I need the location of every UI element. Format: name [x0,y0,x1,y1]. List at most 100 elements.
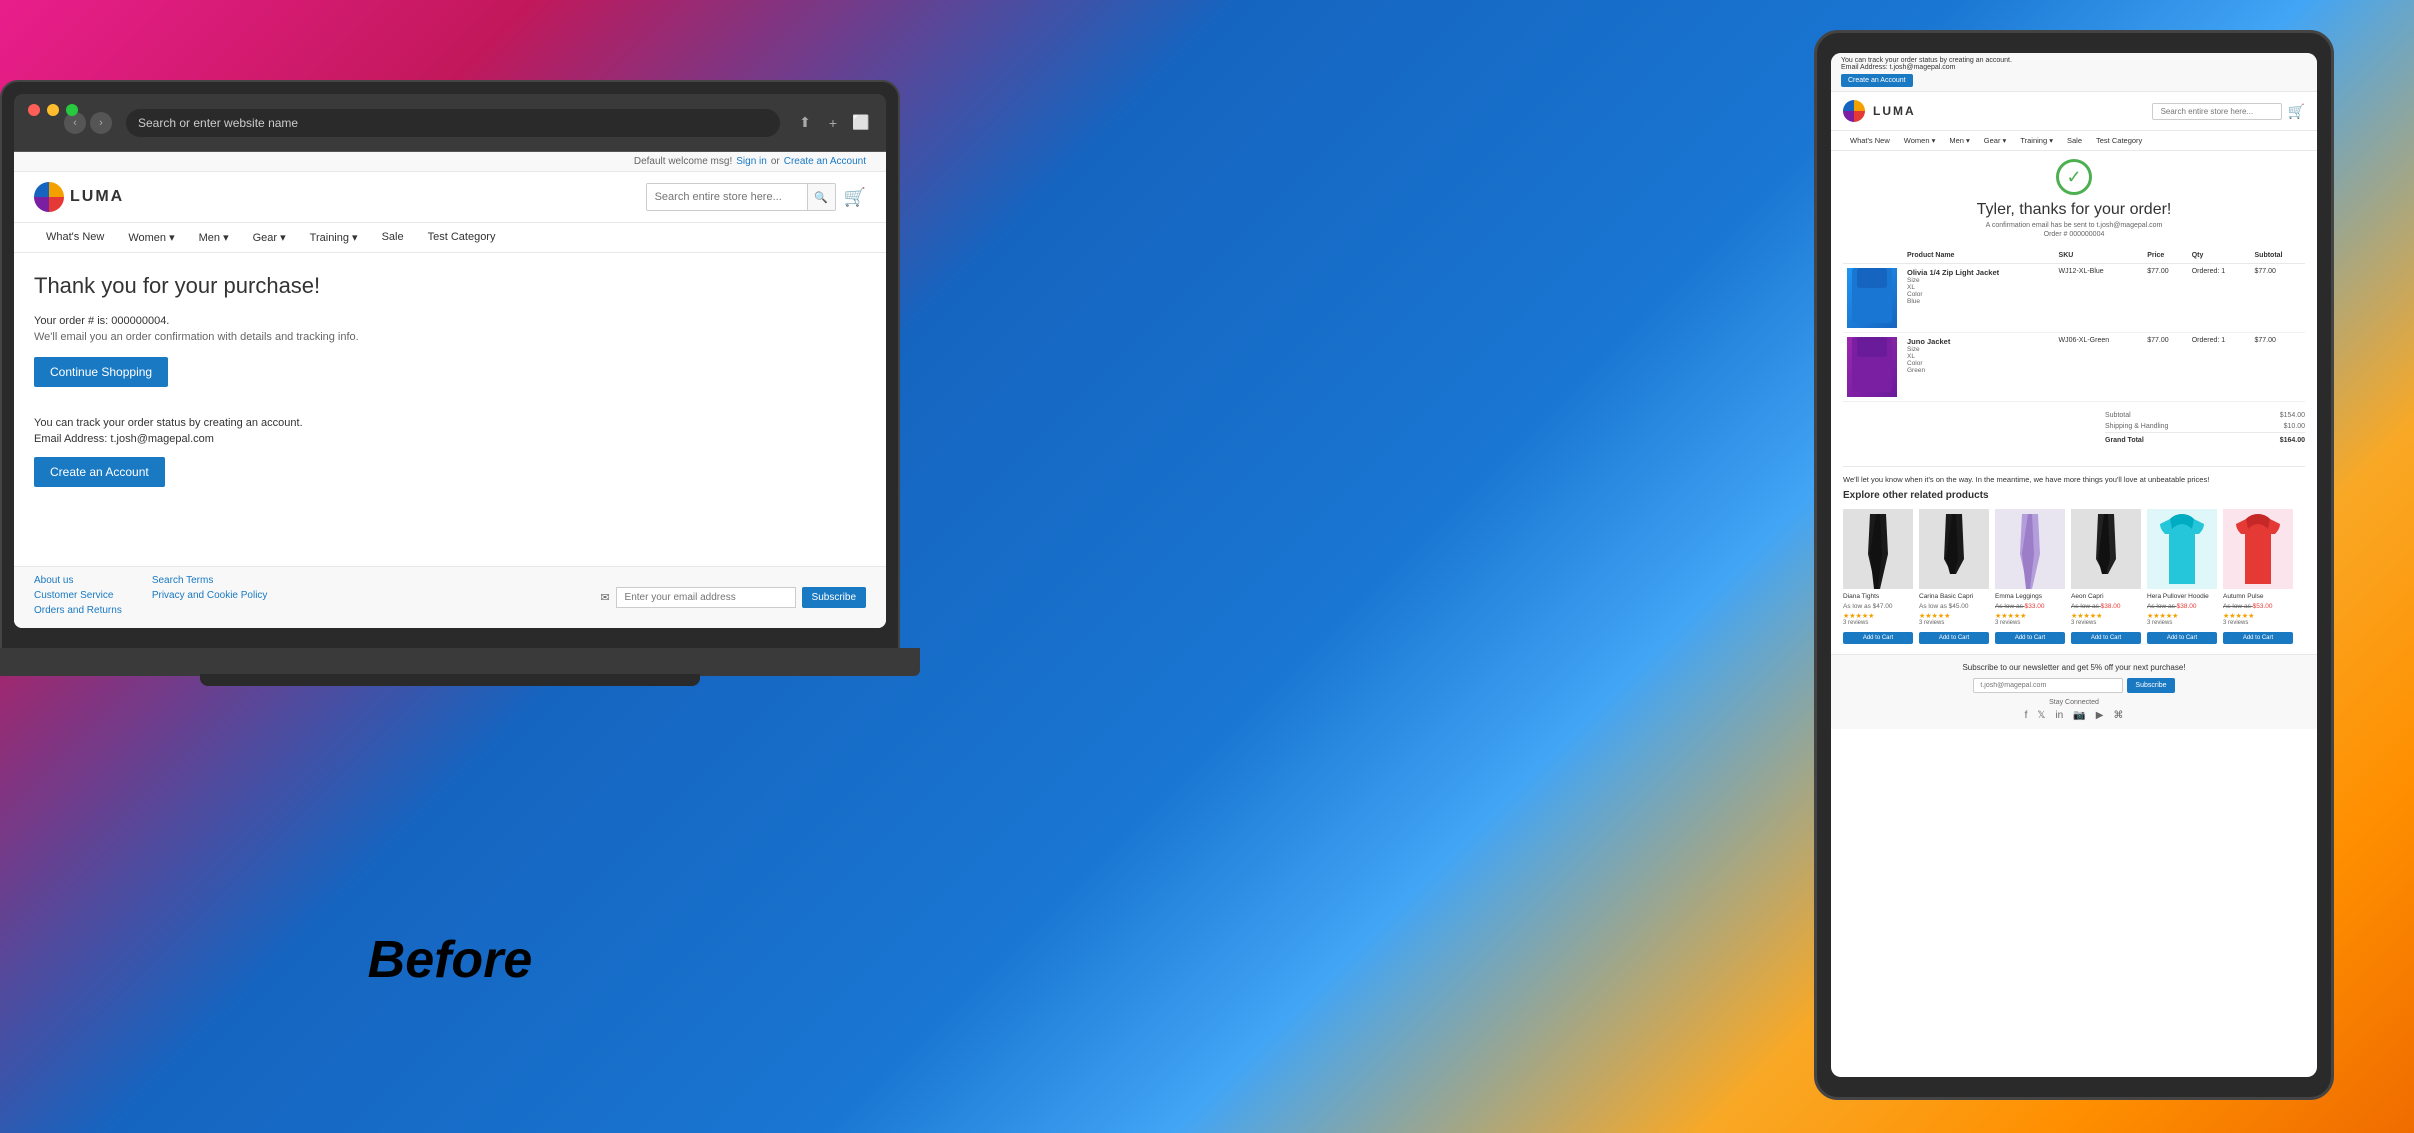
luma-search: 🔍 🛒 [134,183,866,211]
search-input[interactable] [647,184,807,210]
shipping-value: $10.00 [2284,423,2305,430]
newsletter-subscribe-button[interactable]: Subscribe [2127,678,2174,693]
product-name-2: Juno Jacket [1907,337,2051,346]
product-svg-diana [1858,514,1898,589]
github-icon[interactable]: ⌘ [2113,710,2123,721]
product-stars-diana: ★★★★★ [1843,612,1913,620]
t-nav-test-category[interactable]: Test Category [2089,131,2149,150]
product-img-aeon [2071,509,2141,589]
laptop-base [0,648,920,676]
instagram-icon[interactable]: 📷 [2073,710,2085,721]
tl-yellow[interactable] [47,104,59,116]
th-product [1843,248,1903,264]
tablet-notice-bar: You can track your order status by creat… [1831,53,2317,92]
linkedin-icon[interactable]: in [2055,710,2063,721]
list-item: Autumn Pulse As low as $53.00 ★★★★★ 3 re… [2223,509,2293,644]
laptop-device: ‹ › Search or enter website name ⬆ + ⬜ [0,80,900,1030]
tl-green[interactable] [66,104,78,116]
product-reviews-diana: 3 reviews [1843,620,1913,626]
luma-main-content: Thank you for your purchase! Your order … [14,253,886,599]
tablet-search: 🛒 [1924,103,2305,120]
th-price: Price [2143,248,2188,264]
topbar-signin[interactable]: Sign in [736,156,767,167]
t-nav-whats-new[interactable]: What's New [1843,131,1897,150]
grand-label: Grand Total [2105,437,2144,444]
t-nav-men[interactable]: Men ▾ [1942,131,1976,150]
product-name-carina: Carina Basic Capri [1919,593,1989,601]
footer-privacy[interactable]: Privacy and Cookie Policy [152,590,268,601]
share-btn[interactable]: ⬆ [794,112,816,134]
tablet-create-btn[interactable]: Create an Account [1841,74,1913,87]
add-to-cart-hera[interactable]: Add to Cart [2147,632,2217,644]
nav-training[interactable]: Training ▾ [298,223,370,252]
forward-btn[interactable]: › [90,112,112,134]
price-old-emma: As low as [1995,603,2025,610]
add-to-cart-autumn[interactable]: Add to Cart [2223,632,2293,644]
product-sku-1: WJ12-XL-Blue [2055,264,2144,333]
nav-sale[interactable]: Sale [370,223,416,252]
product-img-diana [1843,509,1913,589]
t-nav-women[interactable]: Women ▾ [1897,131,1943,150]
add-to-cart-emma[interactable]: Add to Cart [1995,632,2065,644]
add-to-cart-diana[interactable]: Add to Cart [1843,632,1913,644]
checkmark-symbol: ✓ [2066,167,2081,188]
footer-about[interactable]: About us [34,575,122,586]
footer-subscribe-button[interactable]: Subscribe [802,587,866,608]
add-to-cart-carina[interactable]: Add to Cart [1919,632,1989,644]
nav-whats-new[interactable]: What's New [34,223,116,252]
footer-subscribe-form: ✉ Subscribe [600,575,866,620]
product-reviews-aeon: 3 reviews [2071,620,2141,626]
more-items-text: We'll let you know when it's on the way.… [1843,475,2305,484]
product-color-val-2: Green [1907,367,2051,374]
product-price-emma: As low as $33.00 [1995,603,2065,610]
tablet-cart-icon[interactable]: 🛒 [2288,103,2305,120]
subtotal-row: Subtotal $154.00 [2105,410,2305,421]
luma-search-box: 🔍 [646,183,836,211]
browser-actions: ⬆ + ⬜ [794,112,872,134]
youtube-icon[interactable]: ▶ [2096,710,2104,721]
order-totals: Subtotal $154.00 Shipping & Handling $10… [2105,410,2305,446]
nav-gear[interactable]: Gear ▾ [241,223,298,252]
footer-email-input[interactable] [616,587,796,608]
product-img-carina [1919,509,1989,589]
product-thumbnail-1 [1847,268,1897,328]
tablet-device: You can track your order status by creat… [1814,30,2334,1100]
add-to-cart-aeon[interactable]: Add to Cart [2071,632,2141,644]
cart-icon[interactable]: 🛒 [844,187,866,208]
product-reviews-autumn: 3 reviews [2223,620,2293,626]
url-text: Search or enter website name [138,116,298,130]
create-account-button[interactable]: Create an Account [34,457,165,487]
twitter-icon[interactable]: 𝕏 [2037,710,2045,721]
product-size-val-2: XL [1907,353,2051,360]
nav-men[interactable]: Men ▾ [187,223,241,252]
t-nav-training[interactable]: Training ▾ [2013,131,2060,150]
t-nav-sale[interactable]: Sale [2060,131,2089,150]
t-nav-gear[interactable]: Gear ▾ [1977,131,2014,150]
tablet-search-input[interactable] [2152,103,2282,120]
url-bar[interactable]: Search or enter website name [126,109,780,137]
tablet-track-text: You can track your order status by creat… [1841,57,2307,64]
nav-test-category[interactable]: Test Category [416,223,508,252]
product-svg-aeon [2086,514,2126,589]
tablet-logo-circle [1843,100,1865,122]
new-tab-btn[interactable]: + [822,112,844,134]
order-number: Your order # is: 000000004. [34,315,866,327]
product-stars-autumn: ★★★★★ [2223,612,2293,620]
success-icon-container: ✓ [1843,159,2305,195]
price-label-carina: As low as $45.00 [1919,603,1969,610]
footer-search-terms[interactable]: Search Terms [152,575,268,586]
footer-orders-returns[interactable]: Orders and Returns [34,605,122,616]
facebook-icon[interactable]: f [2025,710,2028,721]
newsletter-email-input[interactable] [1973,678,2123,693]
product-name-hera: Hera Pullover Hoodie [2147,593,2217,601]
sidebar-btn[interactable]: ⬜ [850,112,872,134]
laptop-outer: ‹ › Search or enter website name ⬆ + ⬜ [0,80,900,650]
nav-women[interactable]: Women ▾ [116,223,186,252]
price-old-aeon: As low as [2071,603,2101,610]
search-button[interactable]: 🔍 [807,183,835,211]
continue-shopping-button[interactable]: Continue Shopping [34,357,168,387]
topbar-create-account[interactable]: Create an Account [784,156,866,167]
tl-red[interactable] [28,104,40,116]
success-checkmark: ✓ [2056,159,2092,195]
footer-customer-service[interactable]: Customer Service [34,590,122,601]
